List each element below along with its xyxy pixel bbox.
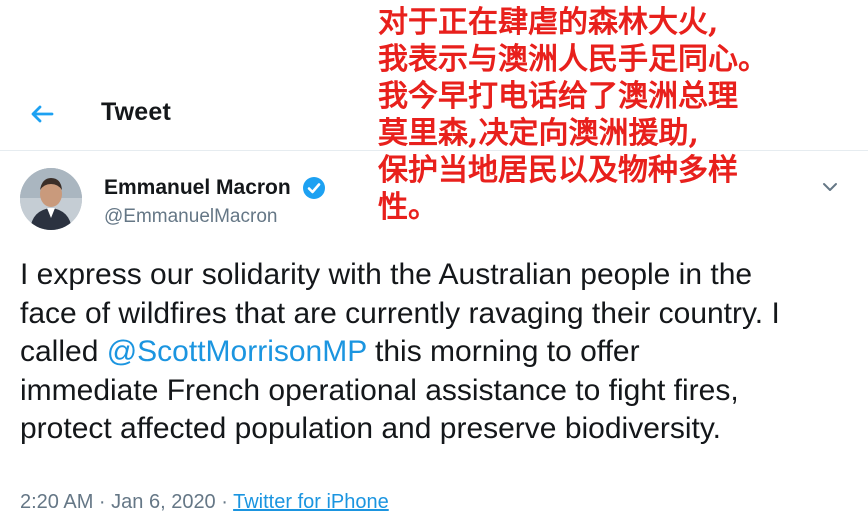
translation-line: 对于正在肆虐的森林大火, bbox=[378, 5, 719, 40]
source-link[interactable]: Twitter for iPhone bbox=[233, 491, 389, 513]
translation-overlay: 对于正在肆虐的森林大火, 我表示与澳洲人民手足同心。 我今早打电话给了澳洲总理 … bbox=[378, 4, 818, 226]
tweet-text-line: I express our solidarity with the Austra… bbox=[20, 258, 753, 291]
translation-line: 莫里森,决定向澳洲援助, bbox=[378, 116, 699, 151]
verified-badge-icon bbox=[302, 176, 326, 200]
tweet-meta: 2:20 AM · Jan 6, 2020 · Twitter for iPho… bbox=[20, 491, 389, 514]
translation-line: 我今早打电话给了澳洲总理 bbox=[378, 79, 738, 114]
tweet-text-line: face of wildfires that are currently rav… bbox=[20, 296, 780, 330]
arrow-left-icon[interactable] bbox=[26, 98, 58, 130]
tweet-text: I express our solidarity with the Austra… bbox=[20, 256, 820, 449]
page-title: Tweet bbox=[101, 98, 171, 126]
tweet-text-fragment: called bbox=[20, 335, 107, 368]
translation-line: 性。 bbox=[378, 190, 438, 225]
chevron-down-icon[interactable] bbox=[819, 176, 841, 198]
tweet-text-line: protect affected population and preserve… bbox=[20, 412, 721, 445]
translation-line: 我表示与澳洲人民手足同心。 bbox=[378, 42, 768, 77]
translation-line: 保护当地居民以及物种多样 bbox=[378, 153, 738, 188]
tweet-text-line: called @ScottMorrisonMP this morning to … bbox=[20, 333, 820, 372]
author-handle[interactable]: @EmmanuelMacron bbox=[104, 206, 277, 228]
mention-link[interactable]: @ScottMorrisonMP bbox=[107, 335, 367, 368]
author-name[interactable]: Emmanuel Macron bbox=[104, 176, 291, 200]
tweet-text-line: immediate French operational assistance … bbox=[20, 373, 739, 407]
tweet-text-fragment: this morning to offer bbox=[366, 335, 640, 368]
timestamp[interactable]: 2:20 AM · Jan 6, 2020 · bbox=[20, 491, 233, 513]
avatar[interactable] bbox=[20, 168, 82, 230]
